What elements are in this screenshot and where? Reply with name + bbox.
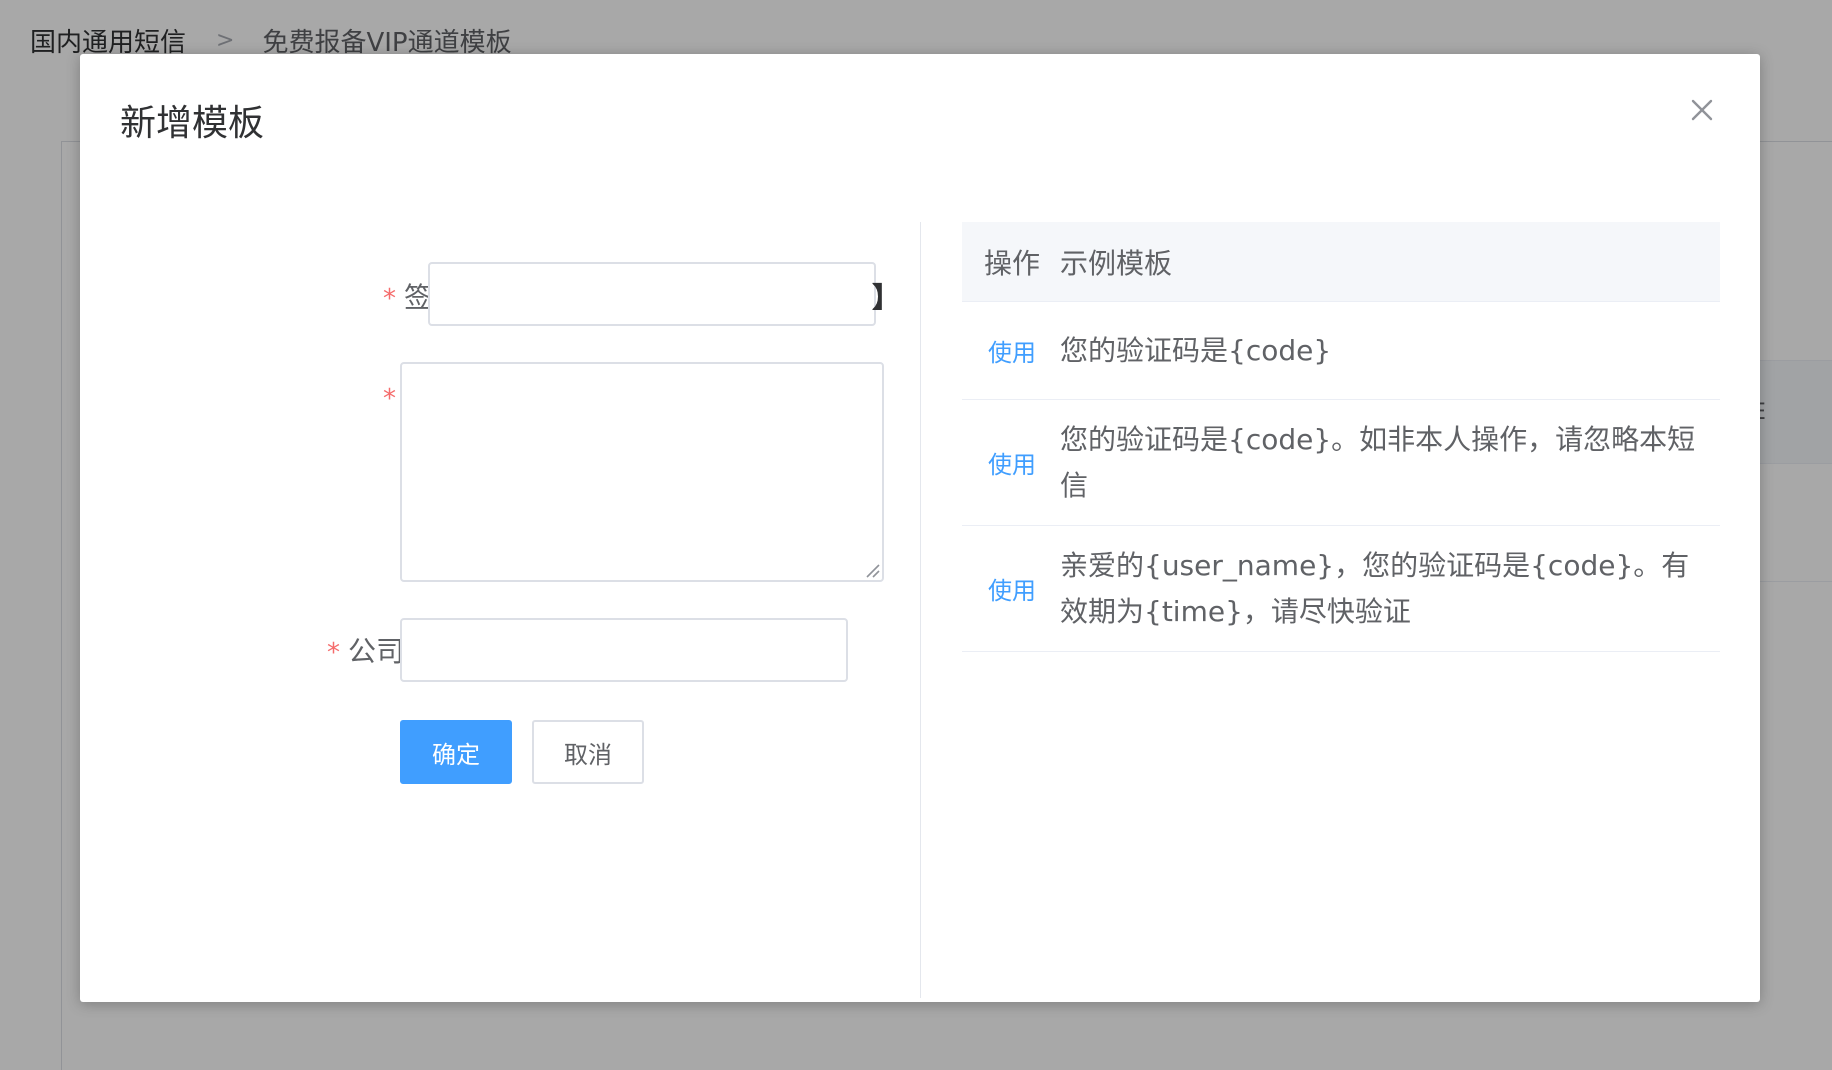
dialog-title: 新增模板 xyxy=(120,103,265,144)
signature-input[interactable] xyxy=(428,262,876,326)
close-icon xyxy=(1691,99,1713,121)
cancel-button[interactable]: 取消 xyxy=(532,720,644,784)
column-header-template: 示例模板 xyxy=(1060,246,1173,280)
example-template-text: 您的验证码是{code}。如非本人操作，请忽略本短信 xyxy=(1060,422,1696,502)
resize-handle-icon[interactable] xyxy=(864,562,880,578)
use-template-button[interactable]: 使用 xyxy=(962,571,1060,606)
table-header: 操作 示例模板 xyxy=(962,222,1720,302)
vertical-divider xyxy=(920,222,921,998)
confirm-button[interactable]: 确定 xyxy=(400,720,512,784)
example-templates-table: 操作 示例模板 使用 您的验证码是{code} 使用 您的验证码是{code}。… xyxy=(962,222,1720,652)
column-header-action: 操作 xyxy=(984,246,1041,280)
company-input[interactable] xyxy=(400,618,848,682)
body-textarea[interactable] xyxy=(400,362,884,582)
use-template-button[interactable]: 使用 xyxy=(962,445,1060,480)
required-mark: * xyxy=(382,284,396,314)
table-row: 使用 您的验证码是{code}。如非本人操作，请忽略本短信 xyxy=(962,400,1720,526)
signature-bracket-right: 】 xyxy=(872,281,901,314)
example-template-text: 您的验证码是{code} xyxy=(1060,333,1332,367)
table-row: 使用 亲爱的{user_name}，您的验证码是{code}。有效期为{time… xyxy=(962,526,1720,652)
close-button[interactable] xyxy=(1686,94,1718,126)
example-template-text: 亲爱的{user_name}，您的验证码是{code}。有效期为{time}，请… xyxy=(1060,548,1690,628)
add-template-dialog: 新增模板 *签名 【 】 *正文 *公司名称 确定 取消 操作 示例模板 使用 … xyxy=(80,54,1760,1002)
use-template-button[interactable]: 使用 xyxy=(962,333,1060,368)
required-mark: * xyxy=(382,384,396,414)
required-mark: * xyxy=(326,638,340,668)
table-row: 使用 您的验证码是{code} xyxy=(962,302,1720,400)
